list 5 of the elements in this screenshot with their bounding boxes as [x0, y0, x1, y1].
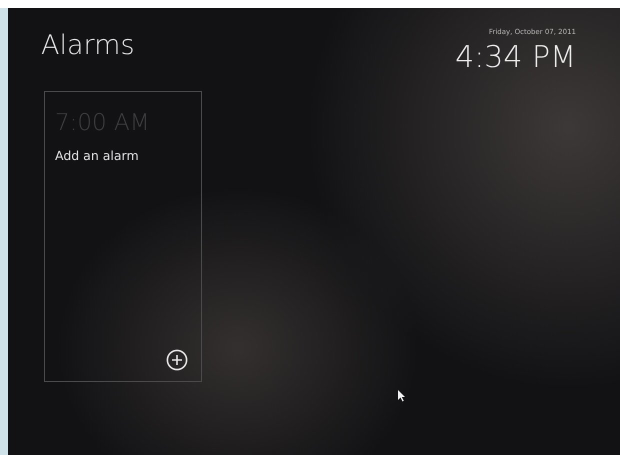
add-icon[interactable] — [166, 349, 188, 371]
add-alarm-label: Add an alarm — [55, 148, 140, 163]
page-title: Alarms — [41, 30, 135, 61]
mouse-pointer-icon — [398, 390, 406, 402]
clock-time: 4:34 PM — [455, 40, 576, 75]
